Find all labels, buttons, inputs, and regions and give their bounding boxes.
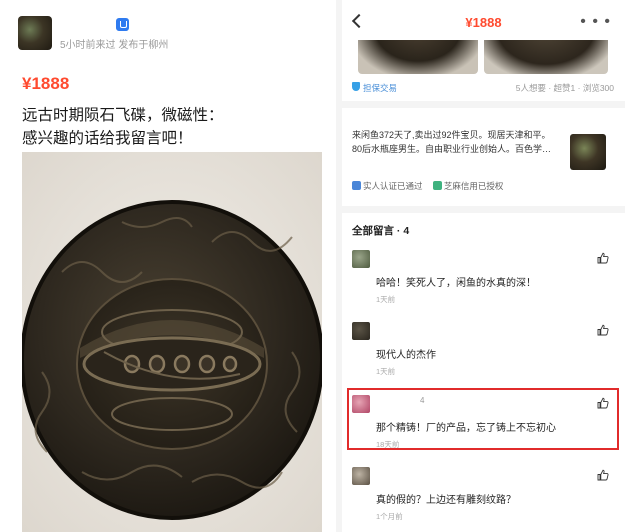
listing-detail-right: ¥1888 • • • 担保交易 5人想要 · 超赞1 · 浏览300 来闲鱼3… — [342, 0, 625, 532]
trade-info-row: 担保交易 5人想要 · 超赞1 · 浏览300 — [352, 80, 614, 96]
thumbs-up-icon[interactable] — [597, 252, 609, 264]
seller-avatar[interactable] — [18, 16, 52, 50]
comment-text: 那个精铸！厂的产品，忘了铸上不忘初心 — [376, 423, 556, 434]
comment-item: 真的假的？上边还有雕刻纹路？ 1个月前 — [342, 467, 625, 532]
seller-badge-icon — [116, 18, 129, 31]
commenter-avatar[interactable] — [352, 395, 370, 413]
photo-thumbnail[interactable] — [484, 40, 608, 74]
guaranteed-trade-label[interactable]: 担保交易 — [363, 82, 397, 94]
meteorite-disc-image — [22, 152, 322, 532]
verification-row: 实人认证已通过 芝麻信用已授权 — [352, 180, 503, 192]
section-divider — [342, 206, 625, 213]
commenter-name[interactable]: 4 — [420, 396, 424, 405]
thumbs-up-icon[interactable] — [597, 397, 609, 409]
listing-detail-left: 5小时前来过 发布于柳州 ¥1888 远古时期陨石飞碟，微磁性： 感兴趣的话给我… — [0, 0, 336, 532]
comment-text: 真的假的？上边还有雕刻纹路？ — [376, 495, 516, 506]
seller-meta: 5小时前来过 发布于柳州 — [60, 40, 169, 51]
zhima-credit-label: 芝麻信用已授权 — [443, 181, 504, 191]
section-divider — [342, 101, 625, 108]
comment-time: 1天前 — [376, 295, 396, 304]
item-stats: 5人想要 · 超赞1 · 浏览300 — [515, 83, 614, 93]
item-title-line: 远古时期陨石飞碟，微磁性： — [22, 107, 224, 124]
commenter-avatar[interactable] — [352, 467, 370, 485]
comment-time: 18天前 — [376, 440, 400, 449]
seller-description-line: 来闲鱼372天了,卖出过92件宝贝。现居天津和平。 — [352, 130, 551, 140]
thumbs-up-icon[interactable] — [597, 469, 609, 481]
shield-icon — [352, 82, 360, 91]
thumbs-up-icon[interactable] — [597, 324, 609, 336]
comment-item: 哈哈！笑死人了，闲鱼的水真的深！ 1天前 — [342, 250, 625, 320]
comment-time: 1个月前 — [376, 512, 403, 521]
seller-avatar[interactable] — [570, 134, 606, 170]
item-title-line: 感兴趣的话给我留言吧！ — [22, 130, 193, 147]
comments-title: 全部留言 · 4 — [352, 225, 410, 237]
photo-thumbnails — [358, 40, 608, 74]
commenter-avatar[interactable] — [352, 322, 370, 340]
zhima-credit-icon — [432, 181, 442, 190]
comment-item: 现代人的杰作 1天前 — [342, 322, 625, 392]
item-title: 远古时期陨石飞碟，微磁性： 感兴趣的话给我留言吧！ — [22, 104, 322, 150]
seller-description: 来闲鱼372天了,卖出过92件宝贝。现居天津和平。 80后水瓶座男生。自由职业行… — [352, 128, 562, 156]
commenter-avatar[interactable] — [352, 250, 370, 268]
top-nav-bar: ¥1888 • • • — [342, 0, 625, 40]
more-options-icon[interactable]: • • • — [580, 14, 611, 30]
real-name-verified-label: 实人认证已通过 — [363, 181, 423, 191]
seller-description-line: 80后水瓶座男生。自由职业行业创始人。百色学… — [352, 144, 552, 154]
comment-text: 哈哈！笑死人了，闲鱼的水真的深！ — [376, 278, 536, 289]
comment-item-highlighted: 4 那个精铸！厂的产品，忘了铸上不忘初心 18天前 — [342, 395, 625, 465]
comment-text: 现代人的杰作 — [376, 350, 436, 361]
photo-thumbnail[interactable] — [358, 40, 478, 74]
real-name-verified-icon — [352, 181, 361, 190]
item-photo[interactable] — [22, 152, 322, 532]
seller-header: 5小时前来过 发布于柳州 — [18, 16, 318, 52]
comment-time: 1天前 — [376, 367, 396, 376]
item-price: ¥1888 — [22, 74, 70, 93]
seller-card[interactable]: 来闲鱼372天了,卖出过92件宝贝。现居天津和平。 80后水瓶座男生。自由职业行… — [342, 110, 625, 204]
